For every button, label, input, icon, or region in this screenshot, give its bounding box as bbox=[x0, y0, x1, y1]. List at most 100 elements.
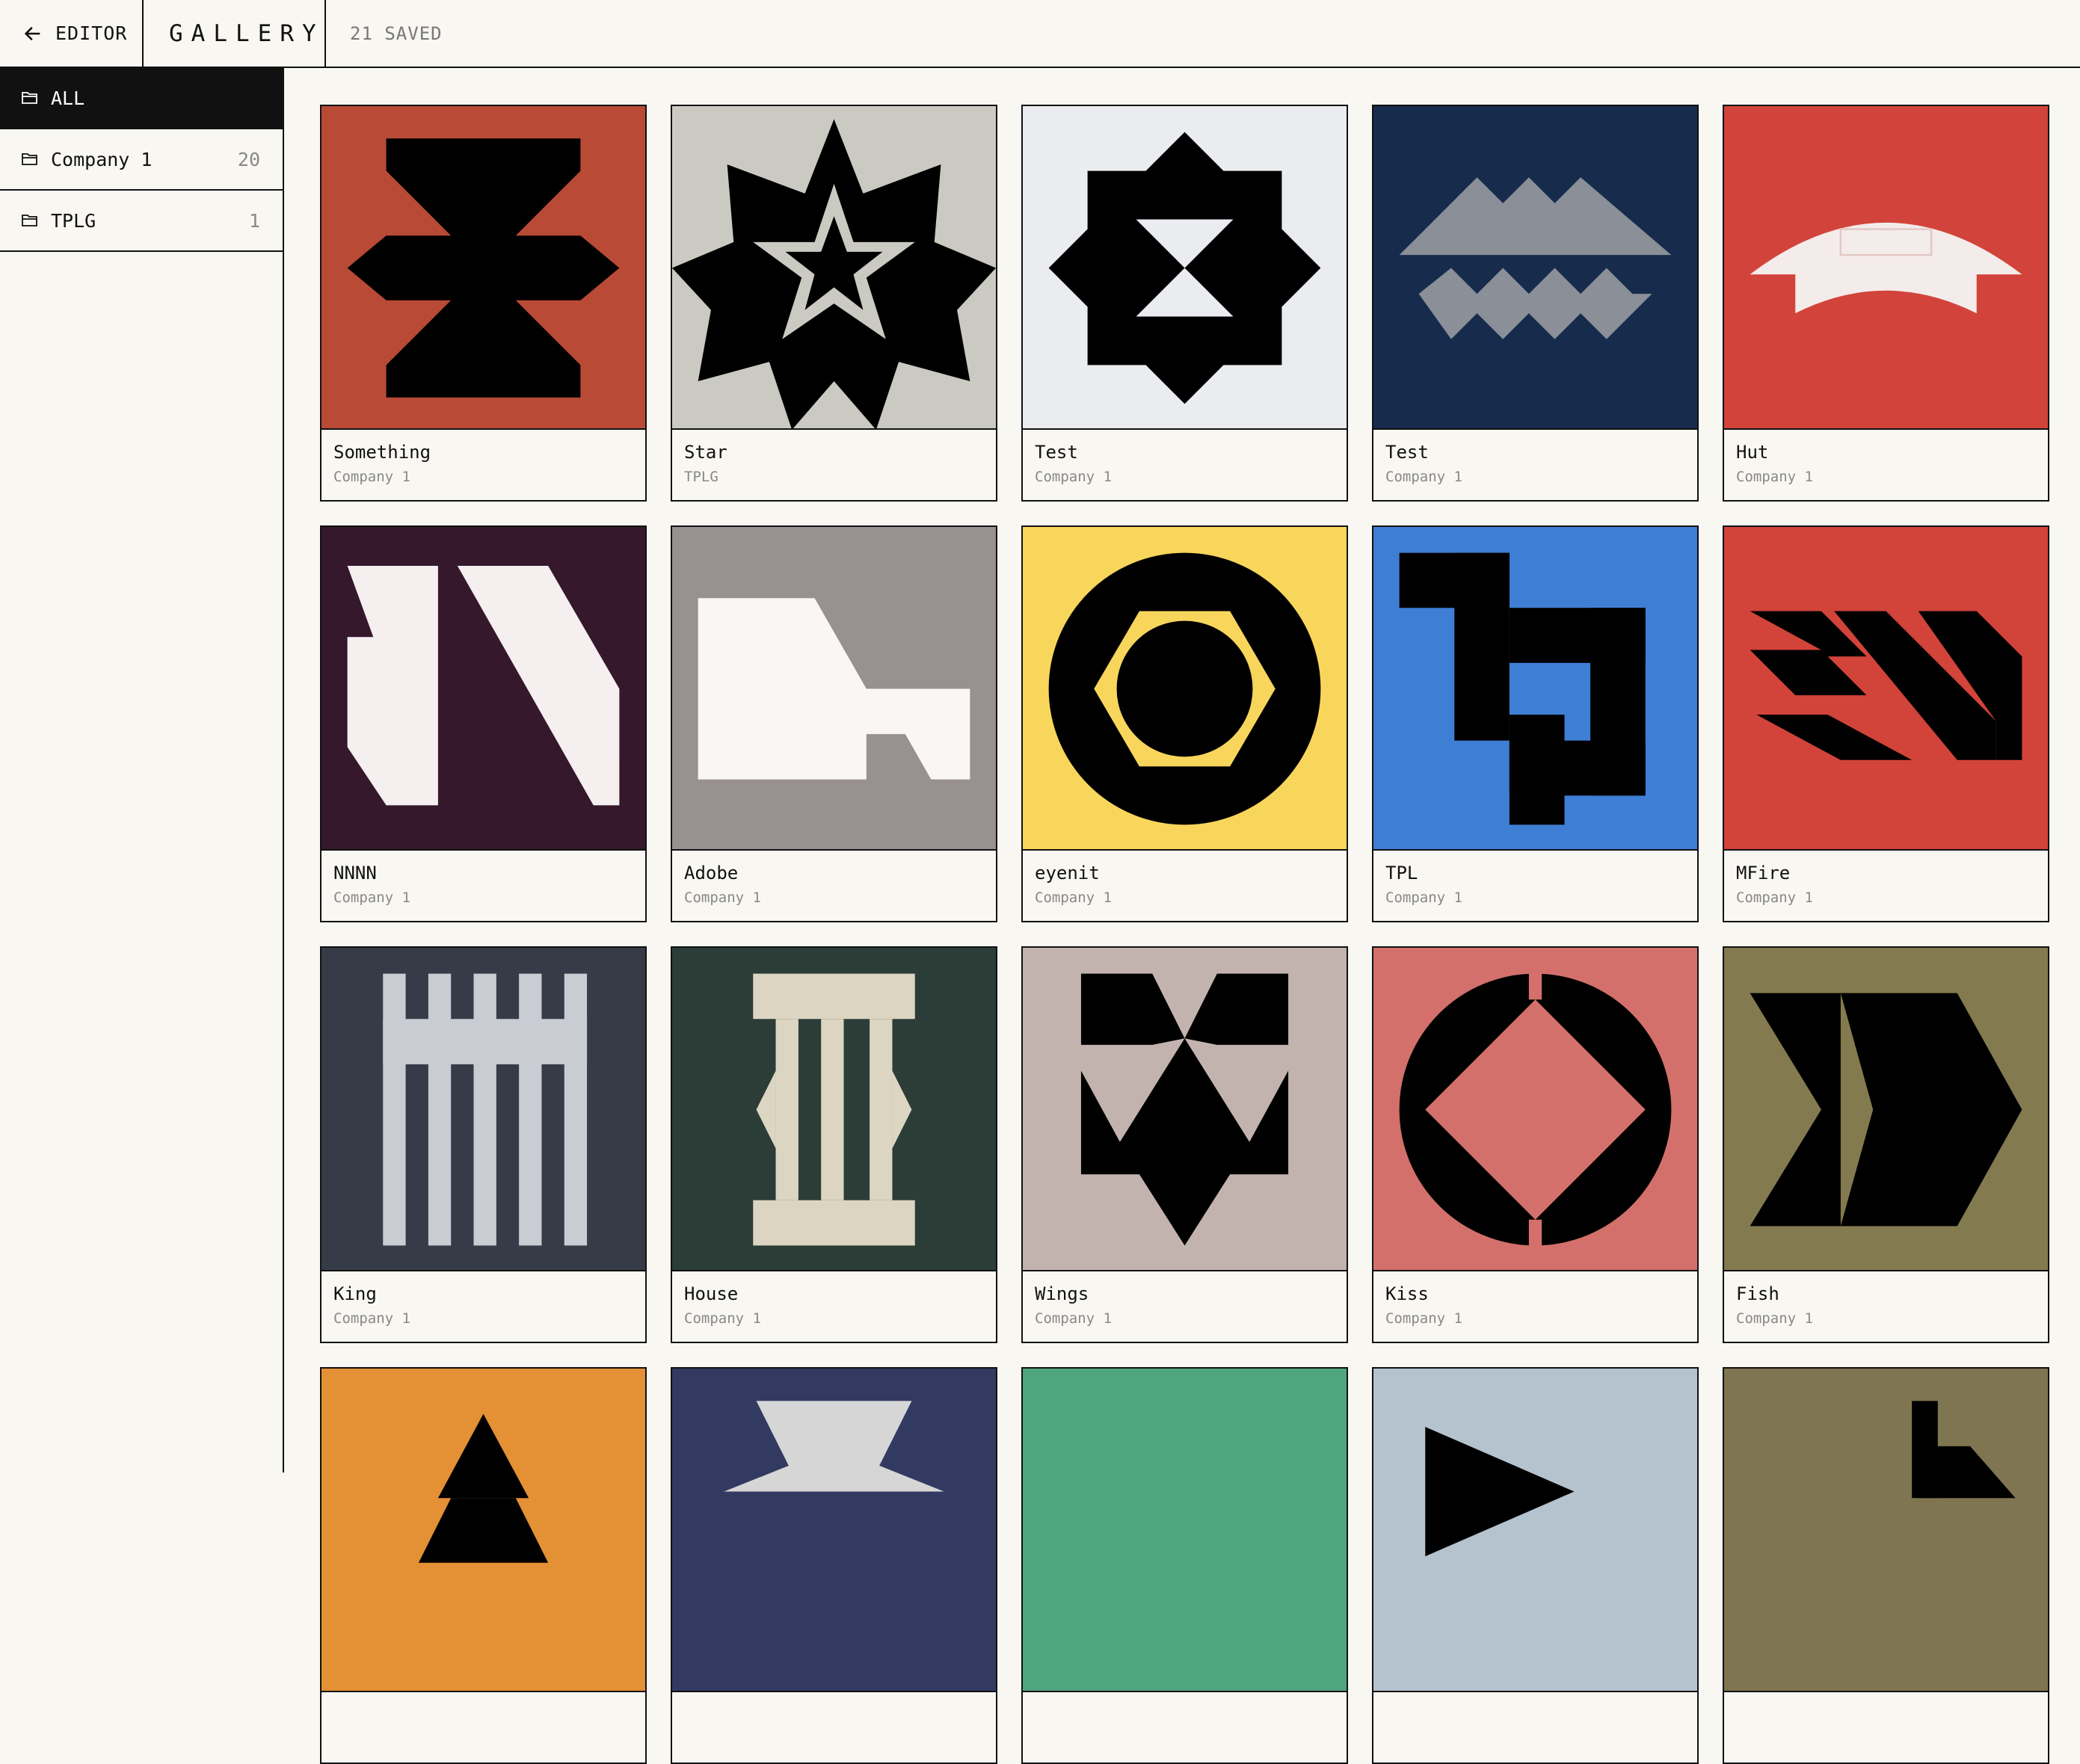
logo-card[interactable]: Kiss Company 1 bbox=[1372, 946, 1699, 1343]
folder-label: TPLG bbox=[51, 209, 96, 232]
logo-artwork bbox=[1724, 106, 2048, 430]
zigzag-glyph-icon bbox=[1399, 177, 1672, 339]
logo-artwork bbox=[321, 1369, 645, 1692]
card-meta bbox=[1373, 1692, 1697, 1763]
logo-card[interactable]: Wings Company 1 bbox=[1021, 946, 1348, 1343]
card-meta: Kiss Company 1 bbox=[1373, 1271, 1697, 1342]
logo-card[interactable] bbox=[671, 1367, 997, 1764]
funnel-glyph-icon bbox=[724, 1401, 944, 1492]
folder-item-tplg[interactable]: TPLG 1 bbox=[0, 191, 283, 252]
top-bar: EDITOR GALLERY 21 SAVED bbox=[0, 0, 2080, 68]
card-meta: Star TPLG bbox=[672, 430, 996, 500]
card-folder: Company 1 bbox=[1385, 469, 1462, 485]
card-title: Wings bbox=[1035, 1283, 1089, 1304]
logo-artwork bbox=[1373, 1369, 1697, 1692]
logo-artwork bbox=[672, 948, 996, 1271]
logo-artwork bbox=[1373, 948, 1697, 1271]
logo-card[interactable] bbox=[1021, 1367, 1348, 1764]
arch-glyph-icon bbox=[1750, 222, 2022, 314]
logo-artwork bbox=[672, 1369, 996, 1692]
logo-card[interactable]: Something Company 1 bbox=[320, 105, 647, 502]
logo-artwork bbox=[1023, 106, 1347, 430]
card-folder: Company 1 bbox=[1736, 469, 1813, 485]
card-meta: MFire Company 1 bbox=[1724, 851, 2048, 921]
logo-card[interactable]: Hut Company 1 bbox=[1723, 105, 2049, 502]
card-title: TPL bbox=[1385, 863, 1418, 883]
stripes-glyph-icon bbox=[1750, 611, 2022, 760]
card-title: Fish bbox=[1736, 1283, 1779, 1304]
logo-card[interactable]: Star TPLG bbox=[671, 105, 997, 502]
logo-artwork bbox=[1724, 1369, 2048, 1692]
card-folder: TPLG bbox=[684, 469, 719, 485]
folder-count: 20 bbox=[237, 148, 260, 170]
card-folder: Company 1 bbox=[333, 889, 410, 906]
card-meta: Test Company 1 bbox=[1373, 430, 1697, 500]
logo-card[interactable]: Test Company 1 bbox=[1372, 105, 1699, 502]
folder-item-company-1[interactable]: Company 1 20 bbox=[0, 129, 283, 191]
folder-item-all[interactable]: ALL bbox=[0, 68, 283, 129]
card-title: MFire bbox=[1736, 863, 1791, 883]
folder-sidebar: ALL Company 1 20 TPLG 1 bbox=[0, 68, 284, 1472]
card-meta: King Company 1 bbox=[321, 1271, 645, 1342]
logo-card[interactable]: MFire Company 1 bbox=[1723, 525, 2049, 922]
logo-card[interactable]: King Company 1 bbox=[320, 946, 647, 1343]
card-meta bbox=[321, 1692, 645, 1763]
card-title: Hut bbox=[1736, 442, 1769, 463]
folder-count: 1 bbox=[248, 209, 260, 232]
logo-artwork bbox=[672, 527, 996, 851]
arrow-left-icon bbox=[24, 26, 40, 40]
star-glyph-icon bbox=[672, 119, 996, 430]
logo-card[interactable] bbox=[320, 1367, 647, 1764]
folder-label: Company 1 bbox=[51, 148, 153, 170]
back-to-editor-button[interactable]: EDITOR bbox=[0, 0, 144, 67]
logo-artwork bbox=[1023, 527, 1347, 851]
card-folder: Company 1 bbox=[333, 469, 410, 485]
logo-card[interactable]: Adobe Company 1 bbox=[671, 525, 997, 922]
card-title: Test bbox=[1385, 442, 1429, 463]
card-title: Kiss bbox=[1385, 1283, 1429, 1304]
logo-card[interactable]: House Company 1 bbox=[671, 946, 997, 1343]
card-folder: Company 1 bbox=[1035, 469, 1112, 485]
card-title: Adobe bbox=[684, 863, 739, 883]
logo-card[interactable] bbox=[1372, 1367, 1699, 1764]
card-meta: Hut Company 1 bbox=[1724, 430, 2048, 500]
step-glyph-icon bbox=[1912, 1401, 2016, 1499]
logo-artwork bbox=[321, 106, 645, 430]
eye-glyph-icon bbox=[1048, 552, 1321, 825]
logo-artwork bbox=[672, 106, 996, 430]
logo-card[interactable]: TPL Company 1 bbox=[1372, 525, 1699, 922]
card-meta: Wings Company 1 bbox=[1023, 1271, 1347, 1342]
card-folder: Company 1 bbox=[1385, 889, 1462, 906]
logo-artwork bbox=[321, 948, 645, 1271]
folder-label: ALL bbox=[51, 87, 85, 109]
fish-glyph-icon bbox=[1750, 993, 2022, 1227]
card-folder: Company 1 bbox=[1385, 1310, 1462, 1327]
card-title: King bbox=[333, 1283, 377, 1304]
card-folder: Company 1 bbox=[684, 1310, 761, 1327]
card-title: Star bbox=[684, 442, 727, 463]
logo-card[interactable] bbox=[1723, 1367, 2049, 1764]
card-folder: Company 1 bbox=[1035, 889, 1112, 906]
logo-card[interactable]: NNNN Company 1 bbox=[320, 525, 647, 922]
card-meta: Fish Company 1 bbox=[1724, 1271, 2048, 1342]
wings-glyph-icon bbox=[1080, 973, 1289, 1246]
card-folder: Company 1 bbox=[1736, 1310, 1813, 1327]
king-glyph-icon bbox=[383, 973, 588, 1246]
logo-artwork bbox=[321, 527, 645, 851]
card-meta: NNNN Company 1 bbox=[321, 851, 645, 921]
nn-glyph-icon bbox=[347, 565, 620, 806]
tpl-glyph-icon bbox=[1399, 552, 1646, 825]
something-glyph-icon bbox=[347, 138, 620, 398]
octagram-glyph-icon bbox=[1048, 132, 1321, 404]
card-meta bbox=[1724, 1692, 2048, 1763]
card-title: eyenit bbox=[1035, 863, 1100, 883]
card-meta: Adobe Company 1 bbox=[672, 851, 996, 921]
logo-card[interactable]: Fish Company 1 bbox=[1723, 946, 2049, 1343]
card-meta: Something Company 1 bbox=[321, 430, 645, 500]
card-meta: TPL Company 1 bbox=[1373, 851, 1697, 921]
card-title: Test bbox=[1035, 442, 1078, 463]
logo-card[interactable]: Test Company 1 bbox=[1021, 105, 1348, 502]
folder-icon bbox=[22, 215, 37, 226]
play-glyph-icon bbox=[1425, 1426, 1575, 1557]
logo-card[interactable]: eyenit Company 1 bbox=[1021, 525, 1348, 922]
